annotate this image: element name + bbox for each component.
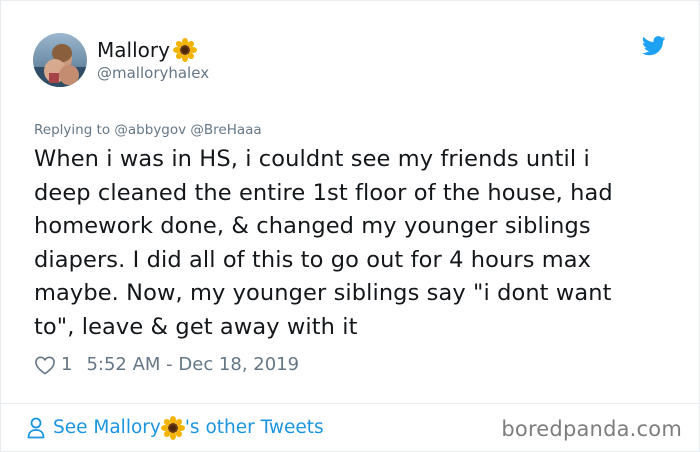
- display-name-text: Mallory: [97, 37, 170, 62]
- see-other-tweets-suffix: 's other Tweets: [184, 417, 324, 438]
- footer-divider: [1, 403, 699, 404]
- reply-mentions[interactable]: @abbygov @BreHaaa: [114, 122, 261, 138]
- sunflower-icon: [172, 37, 197, 62]
- like-count: 1: [61, 354, 73, 375]
- twitter-bird-icon[interactable]: [642, 36, 666, 56]
- see-other-tweets-prefix: See Mallory: [53, 417, 161, 438]
- heart-outline-icon[interactable]: [34, 355, 56, 375]
- tweet-text: When i was in HS, i couldnt see my frien…: [34, 146, 613, 340]
- boredpanda-watermark: boredpanda.com: [501, 417, 682, 441]
- sunflower-icon: [160, 416, 185, 440]
- user-names: Mallory @malloryhalex: [97, 37, 209, 83]
- avatar[interactable]: [33, 33, 87, 87]
- tweet-card: Mallory @malloryhalex Replying to @abbyg…: [0, 0, 700, 452]
- tweet-timestamp[interactable]: 5:52 AM - Dec 18, 2019: [86, 353, 299, 377]
- user-handle[interactable]: @malloryhalex: [97, 63, 209, 83]
- replying-to: Replying to @abbygov @BreHaaa: [34, 121, 262, 139]
- tweet-meta: 1 5:52 AM - Dec 18, 2019: [34, 353, 299, 377]
- person-icon: [27, 417, 45, 439]
- replying-to-label: Replying to: [34, 122, 111, 138]
- display-name[interactable]: Mallory: [97, 37, 209, 62]
- tweet-header: Mallory @malloryhalex: [33, 31, 209, 89]
- see-other-tweets-link[interactable]: See Mallory 's other Tweets: [27, 415, 324, 441]
